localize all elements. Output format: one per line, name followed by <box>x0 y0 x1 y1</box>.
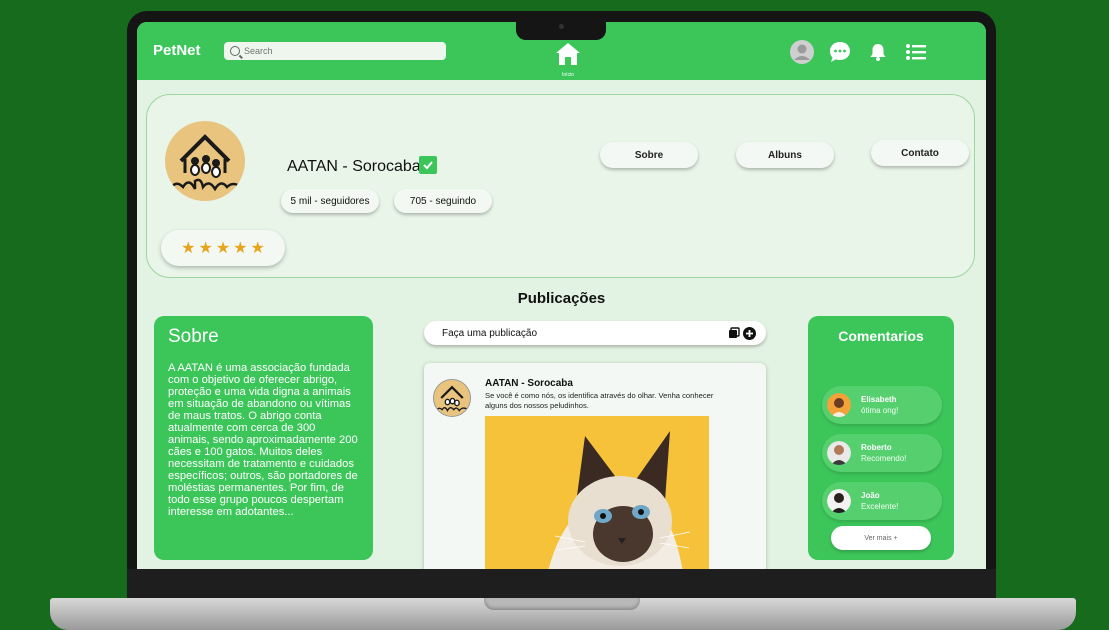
list-menu-icon <box>906 44 926 60</box>
post-image-cat[interactable] <box>485 416 709 569</box>
composer-actions <box>728 326 756 340</box>
user-avatar-icon <box>790 40 814 64</box>
commenter-avatar <box>827 489 851 513</box>
star-icon: ★ <box>250 240 265 257</box>
comments-card: Comentarios Elisabeth ótima ong! Roberto… <box>808 316 954 560</box>
notifications-button[interactable] <box>866 40 890 64</box>
comment-item[interactable]: Roberto Recomendo! <box>822 434 942 472</box>
checkmark-icon <box>423 161 433 170</box>
laptop-groove <box>484 598 640 610</box>
star-icon: ★ <box>215 240 231 257</box>
profile-avatar <box>165 121 245 201</box>
star-icon: ★ <box>198 240 213 257</box>
bell-icon <box>870 44 886 61</box>
profile-avatar-button[interactable] <box>790 40 814 64</box>
post-author-name[interactable]: AATAN - Sorocaba <box>485 378 573 389</box>
aatan-logo-icon <box>435 385 469 413</box>
home-label: Início <box>562 72 574 78</box>
rating-stars: ★ ★ ★ ★ ★ <box>161 230 285 266</box>
star-icon: ★ <box>181 240 196 257</box>
star-icon: ★ <box>233 240 248 257</box>
camera-notch <box>516 18 606 40</box>
aatan-logo-icon <box>167 134 242 192</box>
tab-sobre[interactable]: Sobre <box>600 142 698 168</box>
tab-albuns[interactable]: Albuns <box>736 142 834 168</box>
gallery-icon[interactable] <box>728 327 740 339</box>
camera-icon <box>559 24 564 29</box>
about-text: A AATAN é uma associação fundada com o o… <box>168 362 358 518</box>
comment-text: ótima ong! <box>861 406 899 415</box>
profile-card: AATAN - Sorocaba 5 mil - seguidores 705 … <box>146 94 975 278</box>
following-count[interactable]: 705 - seguindo <box>394 189 492 213</box>
person-avatar-icon <box>827 393 851 417</box>
messages-button[interactable] <box>828 40 852 64</box>
commenter-name: Elisabeth <box>861 395 897 404</box>
person-avatar-icon <box>827 489 851 513</box>
commenter-name: João <box>861 491 880 500</box>
post-composer[interactable]: Faça uma publicação <box>424 321 766 345</box>
comment-item[interactable]: João Excelente! <box>822 482 942 520</box>
person-avatar-icon <box>827 441 851 465</box>
about-title: Sobre <box>168 326 219 347</box>
post-author-avatar[interactable] <box>433 379 471 417</box>
comment-text: Recomendo! <box>861 454 907 463</box>
tab-contato[interactable]: Contato <box>871 140 969 166</box>
see-more-button[interactable]: Ver mais + <box>831 526 931 550</box>
about-card: Sobre A AATAN é uma associação fundada c… <box>154 316 373 560</box>
screen: PetNet Início <box>137 22 986 569</box>
comment-item[interactable]: Elisabeth ótima ong! <box>822 386 942 424</box>
home-icon <box>556 43 580 65</box>
followers-count[interactable]: 5 mil - seguidores <box>281 189 379 213</box>
search-input[interactable] <box>244 46 434 56</box>
commenter-name: Roberto <box>861 443 892 452</box>
profile-name: AATAN - Sorocaba <box>287 158 421 175</box>
commenter-avatar <box>827 393 851 417</box>
publications-title: Publicações <box>517 290 606 307</box>
post-card: AATAN - Sorocaba Se você é como nós, os … <box>424 363 766 569</box>
app-logo[interactable]: PetNet <box>153 42 201 59</box>
add-circle-icon[interactable] <box>743 326 756 340</box>
post-text: Se você é como nós, os identifica atravé… <box>485 391 714 410</box>
top-icons <box>790 40 928 64</box>
comments-title: Comentarios <box>838 328 924 344</box>
commenter-avatar <box>827 441 851 465</box>
search-icon <box>230 46 240 56</box>
home-button[interactable]: Início <box>554 42 582 82</box>
chat-bubble-icon <box>830 42 850 62</box>
search-bar[interactable] <box>224 42 446 60</box>
siamese-cat-image <box>485 416 709 569</box>
composer-placeholder: Faça uma publicação <box>442 327 538 339</box>
comment-text: Excelente! <box>861 502 899 511</box>
laptop-chin <box>127 569 996 599</box>
verified-badge <box>419 156 437 174</box>
menu-button[interactable] <box>904 40 928 64</box>
